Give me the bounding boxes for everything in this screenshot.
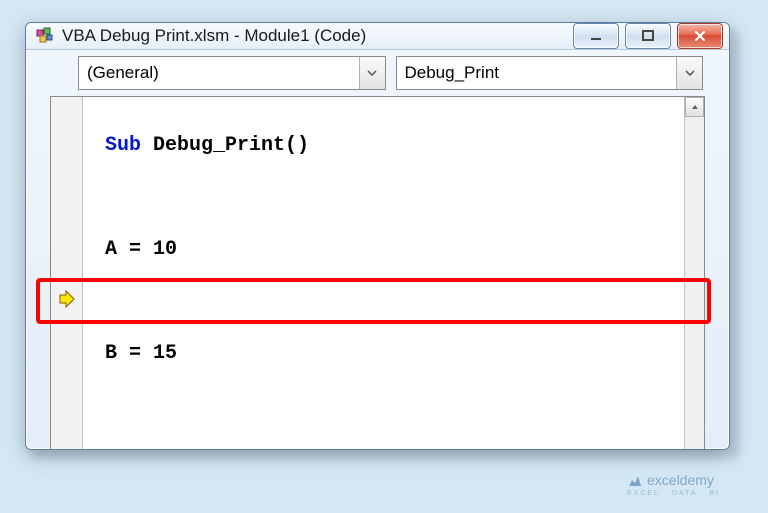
minimize-button[interactable]: [573, 23, 619, 49]
watermark-logo-icon: [627, 473, 643, 490]
window-title: VBA Debug Print.xlsm - Module1 (Code): [62, 26, 573, 46]
chevron-down-icon: [359, 57, 385, 89]
code-text-line: Debug_Print(): [141, 134, 309, 157]
code-text-line: A = 10: [105, 238, 177, 261]
code-pane: Sub Debug_Print() A = 10 B = 15 C = A + …: [50, 96, 705, 450]
execution-arrow-icon: [58, 290, 76, 308]
vba-module-icon: [36, 27, 54, 45]
close-button[interactable]: [677, 23, 723, 49]
watermark: exceldemy EXCEL · DATA · BI: [627, 472, 720, 497]
procedure-dropdown-value: Debug_Print: [405, 63, 500, 83]
code-editor[interactable]: Sub Debug_Print() A = 10 B = 15 C = A + …: [83, 97, 704, 450]
titlebar[interactable]: VBA Debug Print.xlsm - Module1 (Code): [26, 23, 729, 50]
vertical-scrollbar[interactable]: [684, 97, 704, 450]
maximize-button[interactable]: [625, 23, 671, 49]
margin-indicator-column[interactable]: [51, 97, 83, 450]
keyword-sub: Sub: [105, 134, 141, 157]
object-dropdown[interactable]: (General): [78, 56, 386, 90]
code-window: VBA Debug Print.xlsm - Module1 (Code) (G…: [25, 22, 730, 450]
window-controls: [573, 23, 723, 49]
chevron-down-icon: [676, 57, 702, 89]
object-dropdown-value: (General): [87, 63, 159, 83]
scrollbar-track[interactable]: [685, 117, 704, 450]
watermark-brand: exceldemy: [647, 472, 714, 488]
scroll-up-button[interactable]: [685, 97, 704, 117]
watermark-tagline: EXCEL · DATA · BI: [627, 490, 720, 497]
procedure-dropdown[interactable]: Debug_Print: [396, 56, 704, 90]
dropdown-row: (General) Debug_Print: [26, 50, 729, 96]
code-text-line: B = 15: [105, 342, 177, 365]
